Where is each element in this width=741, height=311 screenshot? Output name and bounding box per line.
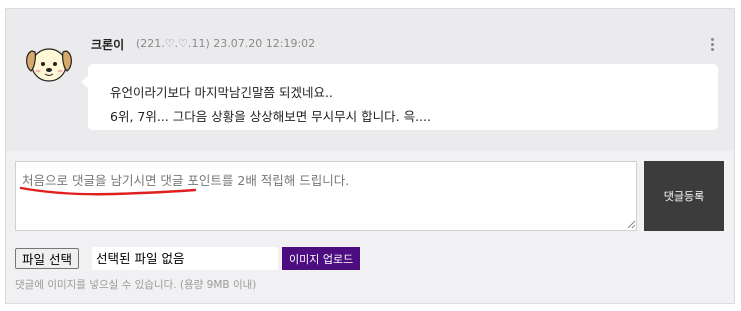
file-status: 선택된 파일 없음 — [92, 247, 278, 270]
comment-meta: (221.♡.♡.11) 23.07.20 12:19:02 — [136, 37, 316, 50]
file-upload-row: 파일 선택 선택된 파일 없음 이미지 업로드 — [15, 247, 735, 271]
choose-file-button[interactable]: 파일 선택 — [15, 248, 79, 269]
red-underline-annotation — [19, 186, 197, 196]
submit-comment-button[interactable]: 댓글등록 — [644, 161, 724, 231]
comment-bubble: 유언이라기보다 마지막남긴말쯤 되겠네요.. 6위, 7위... 그다음 상황을… — [81, 64, 718, 130]
comment-frame: 크론이 (221.♡.♡.11) 23.07.20 12:19:02 유언이라기… — [5, 8, 735, 304]
comment-text-line: 6위, 7위... 그다음 상황을 상상해보면 무시무시 합니다. 윽.... — [110, 109, 431, 124]
dog-avatar-icon — [26, 48, 72, 82]
resize-handle-icon[interactable] — [626, 219, 636, 229]
comment-item: 크론이 (221.♡.♡.11) 23.07.20 12:19:02 유언이라기… — [6, 9, 734, 151]
upload-hint: 댓글에 이미지를 넣으실 수 있습니다. (용량 9MB 이내) — [15, 279, 257, 291]
comment-text-line: 유언이라기보다 마지막남긴말쯤 되겠네요.. — [110, 85, 333, 100]
image-upload-button[interactable]: 이미지 업로드 — [282, 247, 361, 270]
more-options-icon[interactable] — [711, 38, 715, 52]
comment-author[interactable]: 크론이 — [91, 36, 124, 53]
